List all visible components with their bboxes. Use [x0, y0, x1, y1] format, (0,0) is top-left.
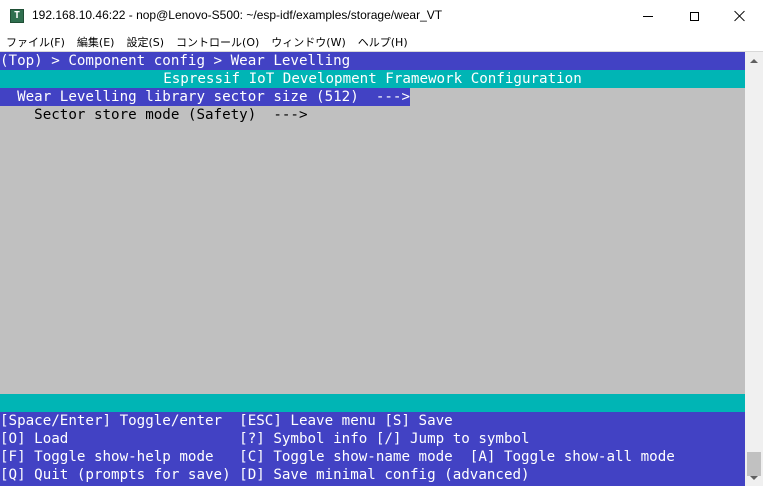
help-panel: [Space/Enter] Toggle/enter [ESC] Leave m… [0, 412, 745, 486]
teraterm-app-icon[interactable]: T [10, 9, 24, 23]
close-button[interactable] [717, 0, 763, 32]
menu-bar: ファイル(F) 編集(E) 設定(S) コントロール(O) ウィンドウ(W) ヘ… [0, 32, 763, 51]
help-line: [F] Toggle show-help mode [C] Toggle sho… [0, 449, 675, 465]
close-icon [734, 10, 746, 22]
menu-option-sector-size[interactable]: Wear Levelling library sector size (512)… [0, 88, 410, 106]
scroll-up-button[interactable] [745, 52, 763, 69]
status-separator-bar [0, 394, 745, 412]
menu-window[interactable]: ウィンドウ(W) [265, 34, 351, 50]
menu-edit[interactable]: 編集(E) [71, 34, 121, 50]
menu-option-sector-store-mode[interactable]: Sector store mode (Safety) ---> [0, 106, 307, 124]
title-bar[interactable]: T 192.168.10.46:22 - nop@Lenovo-S500: ~/… [0, 0, 763, 32]
menu-settings[interactable]: 設定(S) [120, 34, 170, 50]
breadcrumb: (Top) > Component config > Wear Levellin… [0, 52, 745, 70]
maximize-icon [689, 11, 699, 21]
scroll-down-button[interactable] [745, 469, 763, 486]
help-line: [Q] Quit (prompts for save) [D] Save min… [0, 467, 530, 483]
menu-help[interactable]: ヘルプ(H) [352, 34, 414, 50]
minimize-button[interactable] [625, 0, 671, 32]
window-title: 192.168.10.46:22 - nop@Lenovo-S500: ~/es… [32, 8, 443, 22]
terminal-window: T 192.168.10.46:22 - nop@Lenovo-S500: ~/… [0, 0, 763, 486]
menu-control[interactable]: コントロール(O) [170, 34, 265, 50]
help-line: [Space/Enter] Toggle/enter [ESC] Leave m… [0, 413, 453, 429]
arrow-up-icon [750, 58, 758, 63]
vertical-scrollbar[interactable] [745, 52, 763, 486]
minimize-icon [643, 15, 653, 17]
terminal-screen[interactable]: (Top) > Component config > Wear Levellin… [0, 52, 745, 486]
menuconfig-header: Espressif IoT Development Framework Conf… [0, 70, 745, 88]
menu-file[interactable]: ファイル(F) [0, 34, 71, 50]
help-line: [O] Load [?] Symbol info [/] Jump to sym… [0, 431, 530, 447]
maximize-button[interactable] [671, 0, 717, 32]
arrow-down-icon [750, 475, 758, 480]
